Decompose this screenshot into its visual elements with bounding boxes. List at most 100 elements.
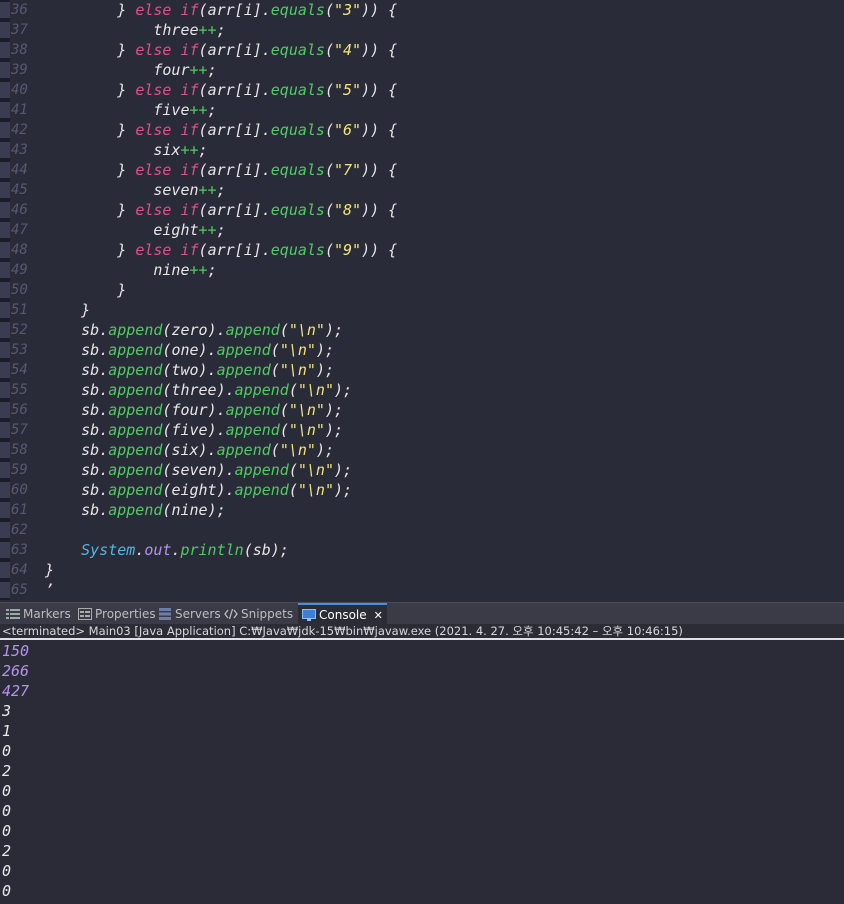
tab-properties[interactable]: Properties	[74, 603, 160, 625]
code-line[interactable]: 52 sb.append(zero).append("\n");	[0, 320, 844, 340]
code-token: sb	[252, 541, 271, 559]
code-line[interactable]: 60 sb.append(eight).append("\n");	[0, 480, 844, 500]
line-number: 56	[11, 402, 28, 418]
code-line[interactable]: 58 sb.append(six).append("\n");	[0, 440, 844, 460]
code-token: }	[117, 121, 136, 139]
code-token: .	[99, 481, 109, 499]
code-line[interactable]: 63 System.out.println(sb);	[0, 540, 844, 560]
code-line[interactable]: 44 } else if(arr[i].equals("7")) {	[0, 160, 844, 180]
tab-console[interactable]: Console ✕	[298, 603, 387, 625]
console-line: 0	[2, 882, 12, 900]
code-line[interactable]: 54 sb.append(two).append("\n");	[0, 360, 844, 380]
code-token: else	[135, 241, 181, 259]
code-token: i	[243, 201, 253, 219]
code-line[interactable]: 42 } else if(arr[i].equals("6")) {	[0, 120, 844, 140]
code-token: [	[234, 1, 244, 19]
code-token: {	[379, 81, 398, 99]
code-token: ’	[45, 581, 55, 599]
tab-servers[interactable]: Servers	[154, 603, 225, 625]
code-token: ].	[252, 201, 271, 219]
code-line[interactable]: 48 } else if(arr[i].equals("9")) {	[0, 240, 844, 260]
code-line[interactable]: 61 sb.append(nine);	[0, 500, 844, 520]
code-token: five	[153, 101, 190, 119]
code-token: (	[198, 1, 208, 19]
code-token: "\n"	[297, 481, 334, 499]
line-number: 46	[11, 202, 28, 218]
line-number: 47	[11, 222, 28, 238]
code-line[interactable]: 40 } else if(arr[i].equals("5")) {	[0, 80, 844, 100]
code-token: six	[153, 141, 181, 159]
code-line[interactable]: 57 sb.append(five).append("\n");	[0, 420, 844, 440]
line-code: ’	[45, 580, 54, 600]
code-line[interactable]: 59 sb.append(seven).append("\n");	[0, 460, 844, 480]
code-token: ;	[207, 61, 217, 79]
code-token: "6"	[334, 121, 362, 139]
code-token: {	[379, 1, 398, 19]
code-line[interactable]: 51 }	[0, 300, 844, 320]
code-token: append	[225, 421, 280, 439]
code-line[interactable]: 55 sb.append(three).append("\n");	[0, 380, 844, 400]
code-line[interactable]: 38 } else if(arr[i].equals("4")) {	[0, 40, 844, 60]
code-line[interactable]: 47 eight++;	[0, 220, 844, 240]
line-number: 57	[11, 422, 28, 438]
code-token: three	[171, 381, 217, 399]
code-line[interactable]: 53 sb.append(one).append("\n");	[0, 340, 844, 360]
code-line[interactable]: 56 sb.append(four).append("\n");	[0, 400, 844, 420]
code-token: );	[334, 461, 353, 479]
close-icon[interactable]: ✕	[374, 609, 383, 622]
line-code: six++;	[45, 140, 207, 160]
line-code: } else if(arr[i].equals("7")) {	[45, 160, 397, 180]
console-line: 0	[2, 802, 12, 820]
code-token: append	[108, 461, 163, 479]
console-output[interactable]: 150 266 427 3 1 0 2 0 0 0 2 0 0	[0, 640, 844, 904]
markers-icon	[6, 607, 23, 621]
code-token: equals	[270, 241, 325, 259]
code-token: (	[288, 381, 298, 399]
code-token: ))	[361, 121, 380, 139]
code-token: ].	[252, 81, 271, 99]
line-number: 59	[11, 462, 28, 478]
code-token: ).	[216, 461, 235, 479]
line-number: 45	[11, 182, 28, 198]
code-token: .	[99, 361, 109, 379]
tab-label: Console	[319, 608, 367, 622]
line-number: 60	[11, 482, 28, 498]
code-editor[interactable]: 36 } else if(arr[i].equals("3")) {37 thr…	[0, 0, 844, 600]
code-line[interactable]: 65 ’	[0, 580, 844, 600]
code-line[interactable]: 43 six++;	[0, 140, 844, 160]
code-token: .	[99, 441, 109, 459]
line-number: 63	[11, 542, 28, 558]
tab-snippets[interactable]: Snippets	[220, 603, 297, 625]
code-token: "\n"	[279, 361, 316, 379]
code-line[interactable]: 41 five++;	[0, 100, 844, 120]
line-code: sb.append(eight).append("\n");	[45, 480, 352, 500]
code-token: "\n"	[288, 421, 325, 439]
code-line[interactable]: 50 }	[0, 280, 844, 300]
code-line[interactable]: 62	[0, 520, 844, 540]
code-token: else	[135, 201, 181, 219]
code-token: one	[171, 341, 199, 359]
code-token: {	[379, 41, 398, 59]
code-line[interactable]: 39 four++;	[0, 60, 844, 80]
line-number: 40	[11, 82, 28, 98]
code-token: "8"	[334, 201, 362, 219]
line-code: sb.append(nine);	[45, 500, 226, 520]
code-token: }	[117, 41, 136, 59]
tab-label: Properties	[95, 607, 156, 621]
tab-markers[interactable]: Markers	[2, 603, 75, 625]
console-line: 427	[2, 682, 30, 700]
code-line[interactable]: 45 seven++;	[0, 180, 844, 200]
code-token: );	[324, 321, 344, 339]
code-line[interactable]: 64}	[0, 560, 844, 580]
code-token: (	[198, 201, 208, 219]
code-token: System	[81, 541, 136, 559]
code-token: ).	[216, 381, 235, 399]
code-line[interactable]: 36 } else if(arr[i].equals("3")) {	[0, 0, 844, 20]
code-line[interactable]: 49 nine++;	[0, 260, 844, 280]
code-line[interactable]: 37 three++;	[0, 20, 844, 40]
code-token: (	[198, 41, 208, 59]
code-line[interactable]: 46 } else if(arr[i].equals("8")) {	[0, 200, 844, 220]
